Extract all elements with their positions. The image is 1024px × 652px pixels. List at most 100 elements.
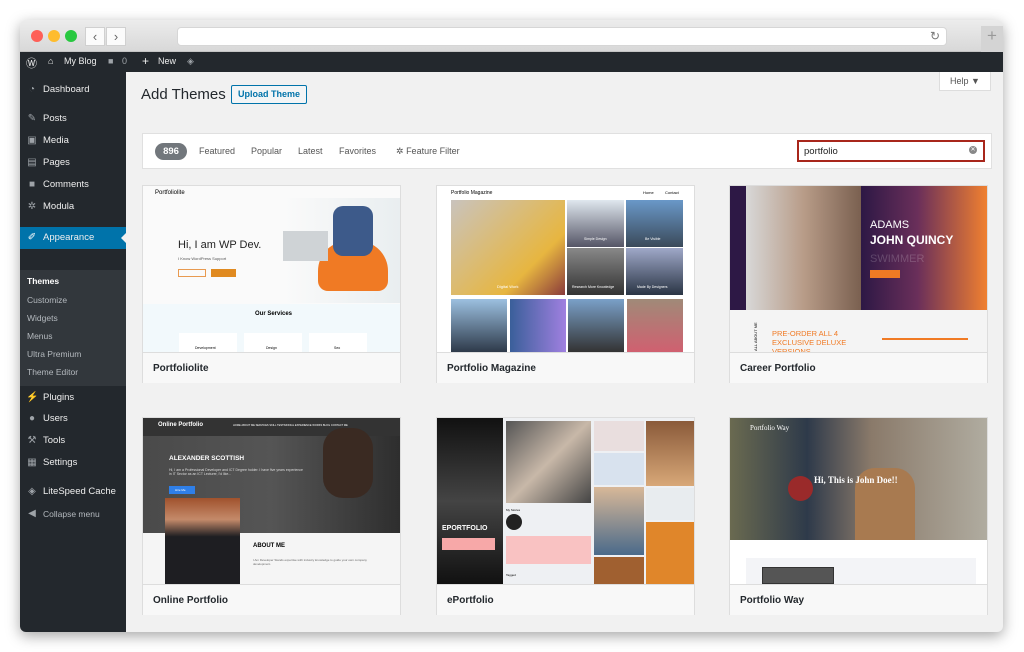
feature-filter-label: Feature Filter bbox=[406, 146, 460, 156]
site-name-link[interactable]: My Blog bbox=[64, 56, 97, 66]
plugin-icon: ⚡ bbox=[26, 392, 39, 403]
preview-tile-label: Made By Designers bbox=[637, 285, 668, 289]
search-value: portfolio bbox=[804, 146, 838, 157]
preview-title: EPORTFOLIO bbox=[442, 525, 488, 532]
diamond-icon[interactable]: ◈ bbox=[187, 56, 194, 67]
page-title: Add Themes bbox=[141, 86, 226, 103]
preview-logo: Portfolio Magazine bbox=[451, 190, 493, 196]
sidebar-item-label: Plugins bbox=[43, 392, 75, 403]
minimize-window-button[interactable] bbox=[48, 30, 60, 42]
wordpress-logo-icon[interactable]: Ⓦ bbox=[26, 55, 37, 71]
preview-promo: PRE-ORDER ALL 4 EXCLUSIVE DELUXE VERSION… bbox=[772, 329, 847, 352]
sidebar-item-label: Collapse menu bbox=[43, 509, 100, 519]
preview-logo: Online Portfolio bbox=[158, 422, 203, 428]
sidebar-item-label: Appearance bbox=[43, 232, 95, 243]
preview-logo: Portfolio Way bbox=[750, 424, 790, 432]
upload-theme-button[interactable]: Upload Theme bbox=[231, 85, 308, 104]
submenu-themes[interactable]: Themes bbox=[27, 276, 59, 286]
submenu-menus[interactable]: Menus bbox=[27, 331, 53, 341]
submenu-customize[interactable]: Customize bbox=[27, 295, 67, 305]
reload-icon[interactable]: ↻ bbox=[930, 29, 940, 43]
comments-count[interactable]: 0 bbox=[122, 56, 127, 66]
sidebar-item-label: Posts bbox=[43, 113, 67, 124]
theme-name: ePortfolio bbox=[437, 584, 694, 615]
clear-search-icon[interactable]: ✕ bbox=[969, 146, 977, 154]
preview-side-label: ALL ABOUT ME bbox=[753, 322, 758, 351]
sidebar-item-pages[interactable]: ▤ Pages bbox=[20, 153, 126, 173]
sidebar-item-users[interactable]: ● Users bbox=[20, 409, 126, 429]
media-icon: ▣ bbox=[27, 135, 37, 146]
sidebar-item-settings[interactable]: ▦ Settings bbox=[20, 453, 126, 473]
preview-nav: Home bbox=[643, 190, 654, 195]
gear-icon: ✲ bbox=[27, 201, 37, 212]
sidebar-item-label: LiteSpeed Cache bbox=[43, 486, 116, 497]
collapse-menu-button[interactable]: ◀ Collapse menu bbox=[20, 504, 126, 524]
tab-popular[interactable]: Popular bbox=[251, 146, 282, 156]
forward-button[interactable]: › bbox=[106, 27, 126, 46]
submenu-widgets[interactable]: Widgets bbox=[27, 313, 58, 323]
preview-nav: Contact bbox=[665, 190, 679, 195]
theme-card[interactable]: ADAMS JOHN QUINCY SWIMMER PRE-ORDER ALL … bbox=[729, 185, 988, 383]
tab-featured[interactable]: Featured bbox=[199, 146, 235, 156]
theme-name: Portfolio Magazine bbox=[437, 352, 694, 383]
sidebar-item-appearance[interactable]: ✐ Appearance bbox=[20, 227, 126, 249]
theme-screenshot: Portfoliolite Hi, I am WP Dev. I Know Wo… bbox=[143, 186, 400, 352]
comment-icon: ■ bbox=[108, 56, 114, 66]
preview-service: Seo bbox=[334, 346, 341, 350]
back-button[interactable]: ‹ bbox=[85, 27, 105, 46]
admin-bar: Ⓦ ⌂ My Blog ■ 0 + New ◈ bbox=[20, 52, 1003, 72]
theme-card[interactable]: EPORTFOLIO My Stories Tagged ePortfolio bbox=[436, 417, 695, 615]
submenu-ultra-premium[interactable]: Ultra Premium bbox=[27, 349, 81, 359]
gear-icon: ✲ bbox=[396, 146, 404, 156]
filter-bar: 896 Featured Popular Latest Favorites ✲ … bbox=[142, 133, 992, 169]
dashboard-icon: ◔ bbox=[28, 84, 36, 95]
sidebar-item-media[interactable]: ▣ Media bbox=[20, 131, 126, 151]
address-bar[interactable]: ↻ bbox=[177, 27, 947, 46]
sidebar-item-plugins[interactable]: ⚡ Plugins bbox=[20, 388, 126, 408]
sidebar-item-label: Pages bbox=[43, 157, 70, 168]
maximize-window-button[interactable] bbox=[65, 30, 77, 42]
theme-screenshot: EPORTFOLIO My Stories Tagged bbox=[437, 418, 694, 584]
appearance-submenu: Themes Customize Widgets Menus Ultra Pre… bbox=[20, 270, 126, 386]
sidebar-item-modula[interactable]: ✲ Modula bbox=[20, 197, 126, 217]
theme-card[interactable]: Portfolio Way Hi, This is John Doe!! Por… bbox=[729, 417, 988, 615]
preview-logo: Portfoliolite bbox=[155, 190, 185, 196]
new-link[interactable]: New bbox=[158, 56, 176, 66]
sidebar-item-label: Comments bbox=[43, 179, 89, 190]
pin-icon: ✎ bbox=[27, 113, 37, 124]
theme-screenshot: Portfolio Magazine Home Contact Digital … bbox=[437, 186, 694, 352]
diamond-icon: ◈ bbox=[28, 486, 36, 497]
theme-card[interactable]: Portfolio Magazine Home Contact Digital … bbox=[436, 185, 695, 383]
close-window-button[interactable] bbox=[31, 30, 43, 42]
sidebar-item-tools[interactable]: ⚒ Tools bbox=[20, 431, 126, 451]
theme-screenshot: Online Portfolio HOME ABOUT ME SERVICES … bbox=[143, 418, 400, 584]
sidebar-item-dashboard[interactable]: ◔ Dashboard bbox=[20, 80, 126, 100]
preview-nav: HOME ABOUT ME SERVICES SKILL TESTIMONIAL… bbox=[233, 424, 348, 427]
sidebar-item-litespeed-cache[interactable]: ◈ LiteSpeed Cache bbox=[20, 482, 126, 502]
collapse-icon: ◀ bbox=[28, 508, 36, 519]
help-button[interactable]: Help ▼ bbox=[939, 72, 991, 91]
search-input[interactable]: portfolio ✕ bbox=[797, 140, 985, 162]
tab-latest[interactable]: Latest bbox=[298, 146, 323, 156]
submenu-theme-editor[interactable]: Theme Editor bbox=[27, 367, 78, 377]
theme-name: Career Portfolio bbox=[730, 352, 987, 383]
theme-name: Portfoliolite bbox=[143, 352, 400, 383]
feature-filter-button[interactable]: ✲ Feature Filter bbox=[396, 146, 460, 157]
browser-titlebar: ‹ › ↻ + bbox=[20, 20, 1003, 52]
theme-card[interactable]: Online Portfolio HOME ABOUT ME SERVICES … bbox=[142, 417, 401, 615]
sidebar-item-label: Settings bbox=[43, 457, 78, 468]
sidebar-item-comments[interactable]: ■ Comments bbox=[20, 175, 126, 195]
tab-favorites[interactable]: Favorites bbox=[339, 146, 376, 156]
sidebar-item-posts[interactable]: ✎ Posts bbox=[20, 109, 126, 129]
preview-service: Development bbox=[195, 346, 216, 350]
sidebar-item-label: Media bbox=[43, 135, 69, 146]
comment-icon: ■ bbox=[28, 179, 36, 190]
main-content: Add Themes Upload Theme Help ▼ 896 Featu… bbox=[126, 72, 1003, 632]
sidebar-item-label: Users bbox=[43, 413, 68, 424]
plus-icon[interactable]: + bbox=[981, 26, 1003, 52]
theme-card[interactable]: Portfoliolite Hi, I am WP Dev. I Know Wo… bbox=[142, 185, 401, 383]
theme-name: Online Portfolio bbox=[143, 584, 400, 615]
preview-headline: ALEXANDER SCOTTISH bbox=[169, 455, 245, 462]
preview-tile-label: Simple Design bbox=[584, 237, 607, 241]
current-arrow bbox=[116, 233, 126, 243]
